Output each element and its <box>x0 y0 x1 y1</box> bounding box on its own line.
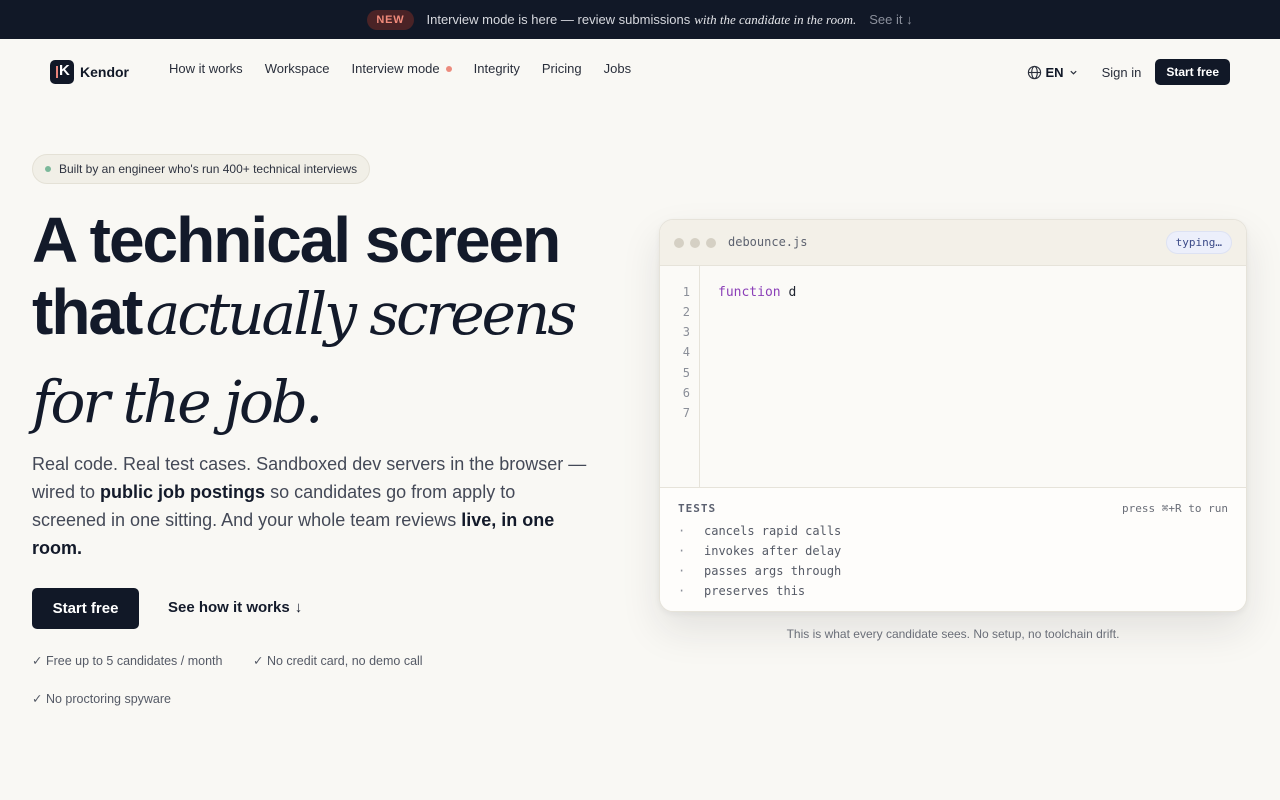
sign-in-link[interactable]: Sign in <box>1102 65 1142 80</box>
test-case: · invokes after delay <box>678 544 841 558</box>
see-how-label: See how it works <box>168 599 290 616</box>
line-number: 3 <box>682 325 690 339</box>
bullet-icon: · <box>678 524 686 538</box>
line-number-gutter: 1 2 3 4 5 6 7 <box>660 266 700 487</box>
new-badge: NEW <box>367 9 414 30</box>
status-dot-icon <box>45 166 51 172</box>
arrow-down-icon: ↓ <box>294 599 303 616</box>
run-hint: press ⌘+R to run <box>1122 502 1228 515</box>
hero-headline: A technical screen that actually screens… <box>32 204 632 438</box>
line-number: 4 <box>682 345 690 359</box>
test-case: · passes args through <box>678 564 841 578</box>
lead-bold-job-postings: public job postings <box>100 482 266 502</box>
line-number: 7 <box>682 406 690 420</box>
credibility-pill: Built by an engineer who's run 400+ tech… <box>32 154 371 184</box>
new-dot-icon <box>445 65 452 72</box>
announcement-bar: NEW Interview mode is here — review subm… <box>0 0 1280 39</box>
tests-panel: TESTS press ⌘+R to run · cancels rapid ca… <box>660 487 1246 611</box>
test-case: · cancels rapid calls <box>678 524 841 538</box>
test-case-label: invokes after delay <box>704 544 842 558</box>
test-case: · preserves this <box>678 584 805 598</box>
code-rest: d <box>780 285 797 300</box>
hero-lead: Real code. Real test cases. Sandboxed de… <box>32 450 592 562</box>
code-keyword: function <box>718 285 781 300</box>
check-free-tier: ✓ Free up to 5 candidates / month <box>32 654 223 668</box>
globe-icon <box>1027 65 1041 79</box>
start-free-button[interactable]: Start free <box>32 588 139 629</box>
language-label: EN <box>1045 64 1064 80</box>
typing-status-badge: typing… <box>1165 231 1232 254</box>
pill-text: Built by an engineer who's run 400+ tech… <box>59 162 358 176</box>
bullet-icon: · <box>678 564 686 578</box>
test-case-label: preserves this <box>704 584 806 598</box>
check-no-credit-card: ✓ No credit card, no demo call <box>253 654 423 668</box>
code-editor-preview: debounce.js typing… 1 2 3 4 5 6 7 functi… <box>659 219 1247 612</box>
tests-title: TESTS <box>678 502 717 515</box>
chevron-down-icon <box>1069 70 1077 75</box>
window-dots-icon <box>674 238 722 248</box>
nav-jobs[interactable]: Jobs <box>604 61 631 76</box>
headline-line-1: A technical screen <box>32 204 561 276</box>
nav-actions: EN Sign in Start free <box>1027 59 1230 85</box>
nav-interview-mode[interactable]: Interview mode <box>351 61 452 76</box>
announcement-italic: with the candidate in the room. <box>694 11 857 27</box>
editor-header: debounce.js typing… <box>660 220 1246 266</box>
test-case-label: passes args through <box>704 564 842 578</box>
bullet-icon: · <box>678 544 686 558</box>
nav-start-free-button[interactable]: Start free <box>1155 59 1230 85</box>
announcement-link[interactable]: See it ↓ <box>869 12 912 27</box>
line-number: 5 <box>682 366 690 380</box>
brand-name: Kendor <box>80 64 129 80</box>
brand-logo[interactable]: K Kendor <box>50 60 129 84</box>
headline-line-3: for the job. <box>32 368 323 436</box>
logo-mark-icon: K <box>50 60 74 84</box>
top-nav: K Kendor How it works Workspace Intervie… <box>0 39 1280 105</box>
headline-line-2-serif: actually screens <box>145 280 577 348</box>
code-line: function d <box>718 285 796 300</box>
test-case-label: cancels rapid calls <box>704 524 842 538</box>
line-number: 6 <box>682 386 690 400</box>
nav-workspace[interactable]: Workspace <box>265 61 330 76</box>
bullet-icon: · <box>678 584 686 598</box>
see-how-it-works-link[interactable]: See how it works ↓ <box>168 599 302 616</box>
line-number: 2 <box>682 305 690 319</box>
logo-letter: K <box>59 62 70 79</box>
announcement-text: Interview mode is here — review submissi… <box>426 12 691 27</box>
nav-integrity[interactable]: Integrity <box>474 61 520 76</box>
nav-interview-mode-label: Interview mode <box>351 61 440 76</box>
headline-line-2-sans: that <box>32 276 143 348</box>
nav-pricing[interactable]: Pricing <box>542 61 582 76</box>
line-number: 1 <box>682 285 690 299</box>
nav-how-it-works[interactable]: How it works <box>169 61 243 76</box>
check-no-spyware: ✓ No proctoring spyware <box>32 692 172 706</box>
language-selector[interactable]: EN <box>1027 65 1082 80</box>
main-menu: How it works Workspace Interview mode In… <box>169 61 653 76</box>
editor-caption: This is what every candidate sees. No se… <box>786 627 1120 641</box>
editor-filename: debounce.js <box>728 235 808 249</box>
